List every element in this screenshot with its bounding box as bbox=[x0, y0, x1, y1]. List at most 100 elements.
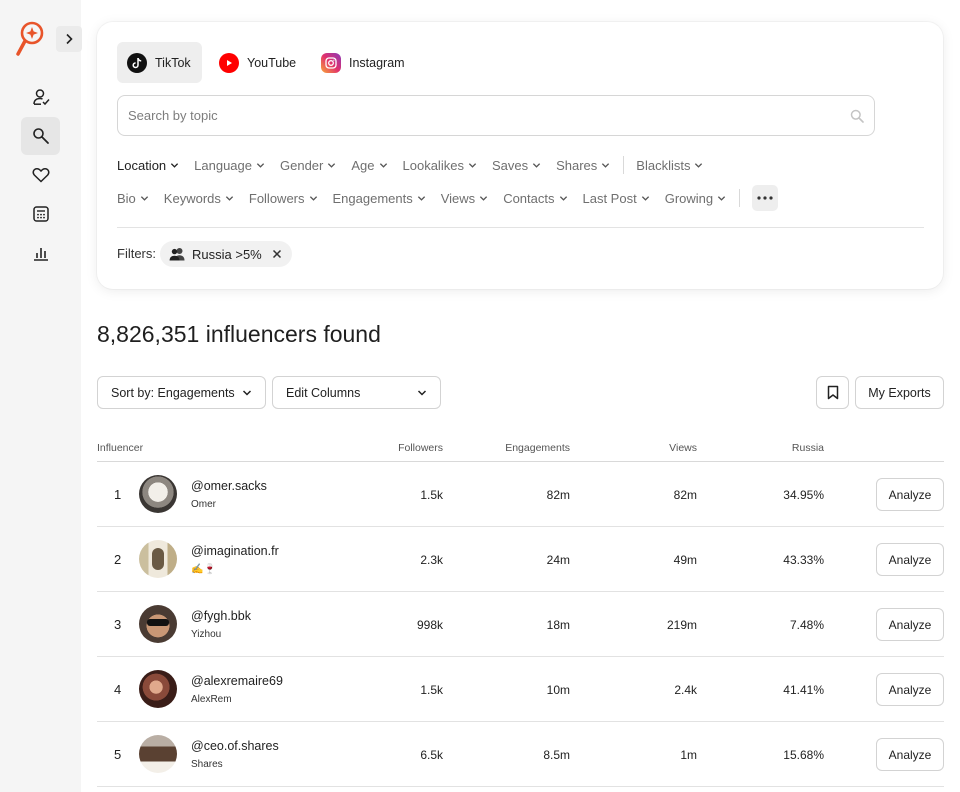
nav-creators[interactable] bbox=[21, 78, 60, 116]
filter-keywords[interactable]: Keywords bbox=[164, 191, 234, 206]
filter-followers[interactable]: Followers bbox=[249, 191, 318, 206]
analyze-button[interactable]: Analyze bbox=[876, 738, 944, 771]
chevron-down-icon bbox=[602, 162, 610, 168]
filter-lookalikes[interactable]: Lookalikes bbox=[403, 158, 477, 173]
filter-label: Saves bbox=[491, 157, 529, 173]
chevron-down-icon bbox=[242, 389, 252, 396]
search-input[interactable] bbox=[128, 108, 850, 123]
avatar[interactable] bbox=[139, 735, 177, 773]
sort-select[interactable]: Sort by: Engagements bbox=[97, 376, 266, 409]
filter-contacts[interactable]: Contacts bbox=[503, 191, 567, 206]
nav-analytics[interactable] bbox=[21, 234, 60, 272]
analyze-button[interactable]: Analyze bbox=[876, 543, 944, 576]
tab-youtube[interactable]: YouTube bbox=[209, 42, 306, 83]
column-header-influencer[interactable]: Influencer bbox=[97, 442, 143, 454]
chevron-down-icon bbox=[468, 162, 477, 168]
column-header-views[interactable]: Views bbox=[597, 442, 697, 454]
influencer-handle[interactable]: @fygh.bbk bbox=[191, 609, 251, 623]
country-percent-value: 41.41% bbox=[783, 683, 824, 697]
row-rank: 5 bbox=[114, 747, 122, 762]
filter-label: Keywords bbox=[163, 190, 221, 206]
nav-favorites[interactable] bbox=[21, 156, 60, 194]
chevron-down-icon bbox=[140, 195, 148, 201]
filter-label: Growing bbox=[664, 190, 714, 206]
influencer-handle[interactable]: @alexremaire69 bbox=[191, 674, 283, 688]
results-count-title: 8,826,351 influencers found bbox=[97, 321, 381, 347]
avatar[interactable] bbox=[139, 605, 177, 643]
chevron-down-icon bbox=[417, 195, 425, 201]
filter-label: Gender bbox=[280, 157, 324, 173]
bookmark-icon bbox=[827, 385, 838, 400]
filter-location[interactable]: Location bbox=[117, 158, 179, 173]
filter-label: Views bbox=[440, 190, 476, 206]
tab-instagram-label: Instagram bbox=[349, 55, 405, 70]
filter-gender[interactable]: Gender bbox=[280, 158, 336, 173]
influencer-name: Shares bbox=[191, 759, 223, 770]
influencer-handle[interactable]: @omer.sacks bbox=[191, 479, 267, 493]
filter-saves[interactable]: Saves bbox=[492, 158, 541, 173]
filter-label: Last Post bbox=[582, 190, 637, 206]
search-box bbox=[117, 95, 875, 136]
app-logo-icon[interactable] bbox=[15, 20, 47, 60]
views-value: 1m bbox=[680, 748, 697, 762]
filter-chip-russia[interactable]: Russia >5% bbox=[160, 241, 292, 267]
chevron-down-icon bbox=[717, 195, 726, 201]
influencer-handle[interactable]: @imagination.fr bbox=[191, 544, 279, 558]
table-row[interactable]: 5 @ceo.of.shares Shares 6.5k 8.5m 1m 15.… bbox=[97, 722, 944, 787]
filter-shares[interactable]: Shares bbox=[556, 158, 610, 173]
analyze-button[interactable]: Analyze bbox=[876, 673, 944, 706]
saved-searches-button[interactable] bbox=[816, 376, 849, 409]
filter-growing[interactable]: Growing bbox=[665, 191, 726, 206]
avatar-figure bbox=[152, 548, 164, 570]
filter-panel: TikTok YouTube Instagram Location Langua… bbox=[97, 22, 943, 289]
influencer-handle[interactable]: @ceo.of.shares bbox=[191, 739, 279, 753]
filter-label: Contacts bbox=[503, 190, 555, 206]
search-icon bbox=[32, 128, 49, 144]
more-icon bbox=[757, 196, 773, 200]
analyze-button[interactable]: Analyze bbox=[876, 608, 944, 641]
avatar[interactable] bbox=[139, 540, 177, 578]
filter-age[interactable]: Age bbox=[351, 158, 387, 173]
influencer-name: AlexRem bbox=[191, 694, 232, 705]
views-value: 82m bbox=[673, 488, 697, 502]
column-header-country[interactable]: Russia bbox=[724, 442, 824, 454]
table-row[interactable]: 3 @fygh.bbk Yizhou 998k 18m 219m 7.48% A… bbox=[97, 592, 944, 657]
engagements-value: 8.5m bbox=[543, 748, 570, 762]
chevron-down-icon bbox=[695, 162, 703, 168]
chevron-down-icon bbox=[225, 195, 234, 201]
avatar[interactable] bbox=[139, 475, 177, 513]
filter-last-post[interactable]: Last Post bbox=[583, 191, 650, 206]
filter-engagements[interactable]: Engagements bbox=[333, 191, 426, 206]
nav-calculator[interactable] bbox=[21, 195, 60, 233]
more-filters-button[interactable] bbox=[752, 185, 779, 211]
country-percent-value: 15.68% bbox=[783, 748, 824, 762]
filter-blacklists[interactable]: Blacklists bbox=[636, 158, 703, 173]
filter-label: Bio bbox=[117, 190, 136, 206]
filter-language[interactable]: Language bbox=[194, 158, 265, 173]
close-icon[interactable] bbox=[272, 249, 282, 259]
filter-views[interactable]: Views bbox=[441, 191, 488, 206]
row-rank: 1 bbox=[114, 487, 122, 502]
search-icon[interactable] bbox=[850, 109, 864, 123]
country-percent-value: 7.48% bbox=[789, 618, 824, 632]
influencer-name: Yizhou bbox=[191, 629, 222, 640]
instagram-icon bbox=[321, 52, 341, 73]
edit-columns-select[interactable]: Edit Columns bbox=[272, 376, 441, 409]
table-row[interactable]: 1 @omer.sacks Omer 1.5k 82m 82m 34.95% A… bbox=[97, 462, 944, 527]
column-header-followers[interactable]: Followers bbox=[343, 442, 443, 454]
chevron-down-icon bbox=[328, 162, 336, 168]
column-header-engagements[interactable]: Engagements bbox=[470, 442, 570, 454]
tab-instagram[interactable]: Instagram bbox=[311, 42, 415, 83]
followers-value: 2.3k bbox=[420, 553, 443, 567]
table-row[interactable]: 4 @alexremaire69 AlexRem 1.5k 10m 2.4k 4… bbox=[97, 657, 944, 722]
chevron-down-icon bbox=[480, 195, 488, 201]
avatar[interactable] bbox=[139, 670, 177, 708]
tab-tiktok[interactable]: TikTok bbox=[117, 42, 202, 83]
analyze-button[interactable]: Analyze bbox=[876, 478, 944, 511]
filter-bio[interactable]: Bio bbox=[117, 191, 149, 206]
table-row[interactable]: 2 @imagination.fr ✍️🍷 2.3k 24m 49m 43.33… bbox=[97, 527, 944, 592]
my-exports-button[interactable]: My Exports bbox=[855, 376, 944, 409]
expand-sidebar-button[interactable] bbox=[56, 26, 82, 52]
influencer-name: ✍️🍷 bbox=[191, 564, 216, 575]
nav-search[interactable] bbox=[21, 117, 60, 155]
